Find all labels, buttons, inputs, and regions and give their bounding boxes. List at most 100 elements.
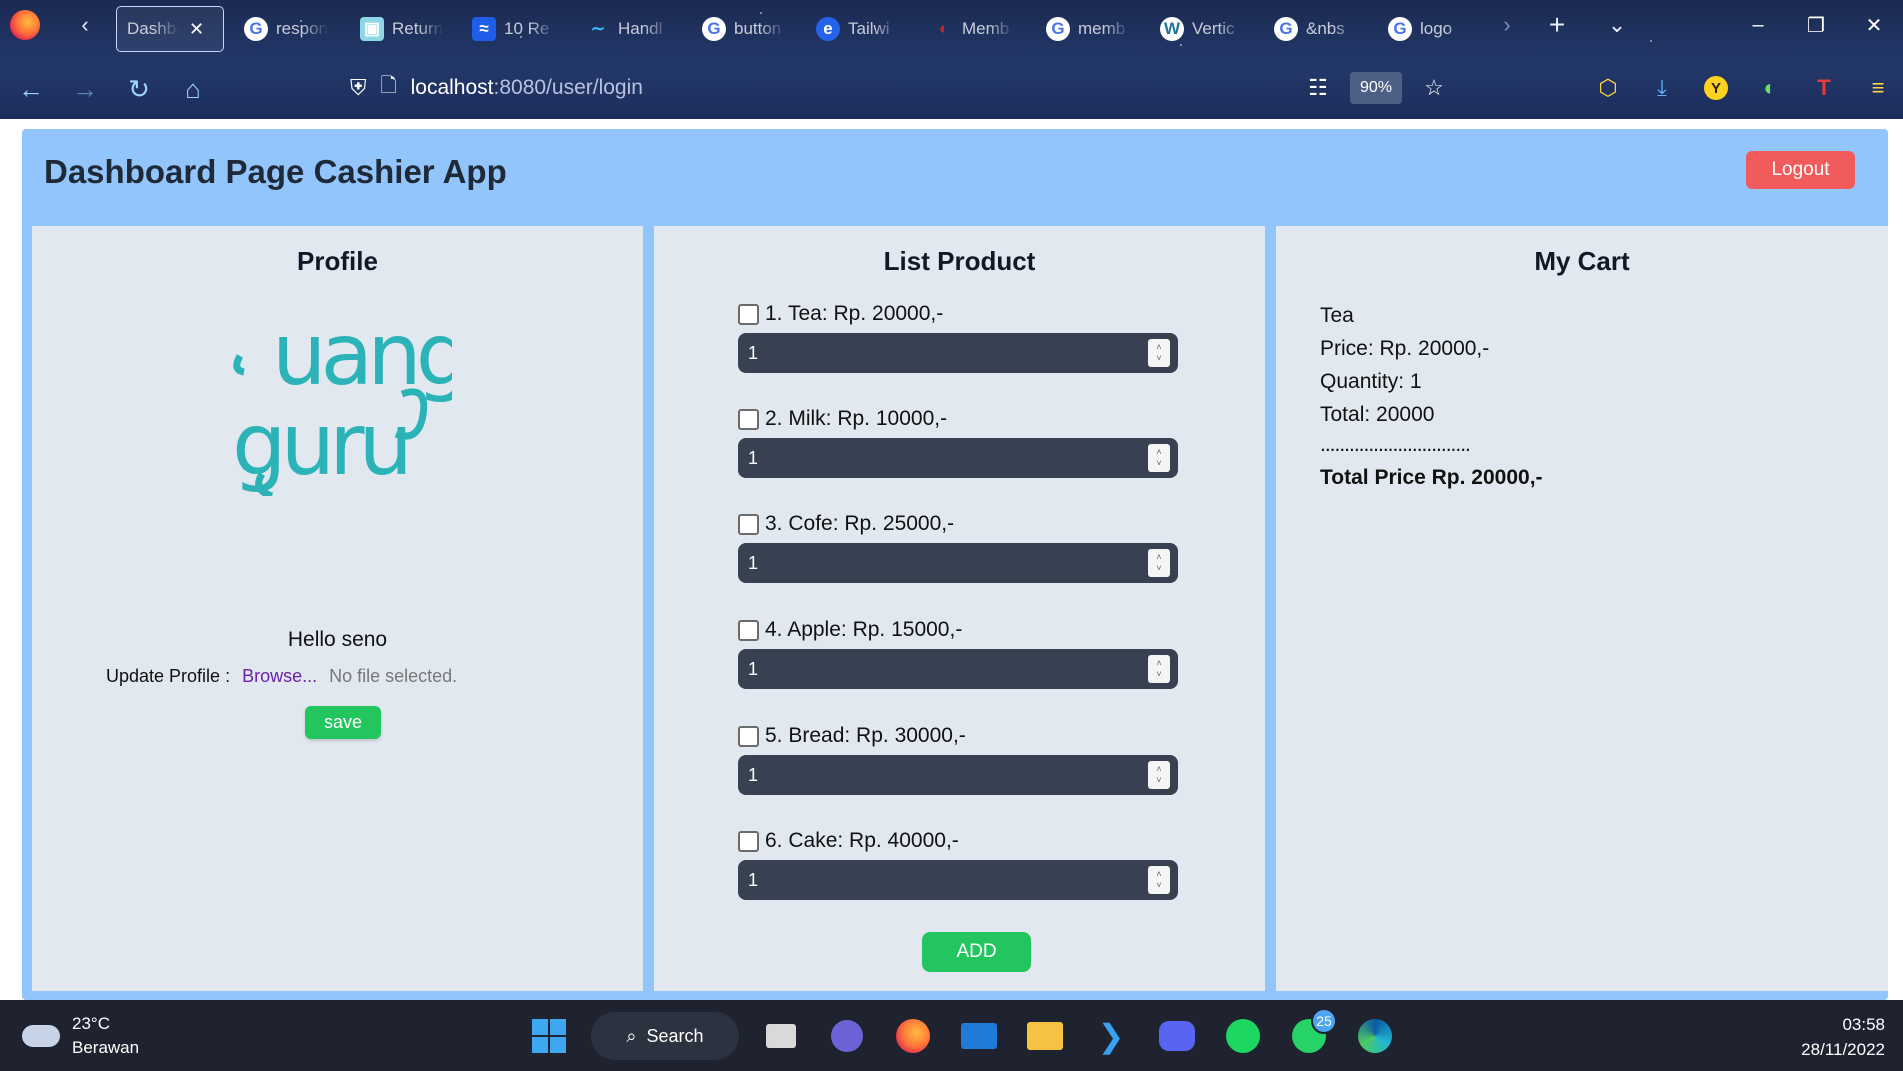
tab-tailwind[interactable]: ∼ Handl <box>576 6 680 52</box>
profile-heading: Profile <box>297 246 378 276</box>
browse-file-button[interactable]: Browse... <box>242 666 317 687</box>
spinner-icon[interactable]: ˄ ˅ <box>1148 655 1170 683</box>
bookmark-star-icon[interactable]: ☆ <box>1418 72 1450 104</box>
teams-chat-icon[interactable] <box>823 1012 871 1060</box>
tab-scroll-right-icon[interactable]: › <box>1492 10 1522 40</box>
reload-icon[interactable]: ↻ <box>122 72 156 106</box>
firefox-icon <box>10 10 40 40</box>
spotify-icon[interactable] <box>1219 1012 1267 1060</box>
tab-google-4[interactable]: G &nbs <box>1264 6 1368 52</box>
minimize-icon[interactable]: – <box>1729 0 1787 50</box>
home-icon[interactable]: ⌂ <box>176 72 210 106</box>
windows-start-icon[interactable] <box>525 1012 573 1060</box>
tab-dashboard[interactable]: Dashboard ✕ <box>116 6 224 52</box>
product-label: 5. Bread: Rp. 30000,- <box>765 724 966 747</box>
shield-icon[interactable]: ⛨ <box>350 75 367 101</box>
zoom-level[interactable]: 90% <box>1350 72 1402 104</box>
navigation-bar: ← → ↻ ⌂ ⛨ 🗋 localhost:8080/user/login ☷ … <box>0 58 1903 119</box>
discord-icon[interactable] <box>1153 1012 1201 1060</box>
app-header: Dashboard Page Cashier App Logout <box>22 129 1888 215</box>
cart-total-price: Total Price Rp. 20000,- <box>1320 466 1543 489</box>
firefox-taskbar-icon[interactable] <box>889 1012 937 1060</box>
quantity-input[interactable]: 1 ˄ ˅ <box>738 438 1178 478</box>
tab-google-1[interactable]: G responsive <box>234 6 338 52</box>
weather-condition: Berawan <box>72 1038 140 1057</box>
taskbar: 23°C Berawan ⌕ Search ❯ 25 03:58 28/11/20… <box>0 1000 1903 1071</box>
quantity-input[interactable]: 1 ˄ ˅ <box>738 860 1178 900</box>
forward-icon[interactable]: → <box>68 72 102 106</box>
tab-android[interactable]: ▣ Return <box>350 6 454 52</box>
close-tab-icon[interactable]: ✕ <box>189 19 204 40</box>
downloads-icon[interactable]: ⤓ <box>1646 72 1678 104</box>
tab-google-3[interactable]: G memb <box>1036 6 1140 52</box>
spinner-icon[interactable]: ˄ ˅ <box>1148 549 1170 577</box>
file-explorer-icon[interactable] <box>1021 1012 1069 1060</box>
tab-chart[interactable]: ≈ 10 Re <box>462 6 566 52</box>
task-view-icon[interactable] <box>757 1012 805 1060</box>
tab-bar: ‹ Dashboard ✕ G responsive ▣ Return ≈ 10… <box>0 0 1903 58</box>
whatsapp-icon[interactable]: 25 <box>1285 1008 1337 1060</box>
url-bar[interactable]: ⛨ 🗋 localhost:8080/user/login <box>350 68 1420 108</box>
tab-google-2[interactable]: G button <box>692 6 796 52</box>
mail-icon[interactable] <box>955 1012 1003 1060</box>
tab-wordpress[interactable]: W Vertic <box>1150 6 1254 52</box>
notification-badge: 25 <box>1311 1008 1337 1034</box>
extension-globe-icon[interactable]: ◐ <box>1754 72 1786 104</box>
product-checkbox[interactable] <box>738 303 759 325</box>
pocket-icon[interactable]: ⬡ <box>1592 72 1624 104</box>
spinner-icon[interactable]: ˄ ˅ <box>1148 866 1170 894</box>
quantity-input[interactable]: 1 ˄ ˅ <box>738 649 1178 689</box>
logout-button[interactable]: Logout <box>1746 151 1855 189</box>
product-checkbox[interactable] <box>738 408 759 430</box>
taskbar-apps: ⌕ Search ❯ 25 <box>525 1008 1399 1062</box>
restore-icon[interactable]: ❐ <box>1787 0 1845 50</box>
reader-view-icon[interactable]: ☷ <box>1302 72 1334 104</box>
tab-scroll-left-icon[interactable]: ‹ <box>70 10 100 40</box>
quantity-input[interactable]: 1 ˄ ˅ <box>738 333 1178 373</box>
add-to-cart-button[interactable]: ADD <box>922 932 1031 972</box>
profile-panel: Profile uang guru Hello seno Update Prof… <box>32 226 643 991</box>
temperature: 23°C <box>72 1014 110 1033</box>
svg-text:uang: uang <box>272 305 452 405</box>
update-profile-row: Update Profile : Browse... No file selec… <box>106 666 457 687</box>
save-button[interactable]: save <box>305 706 381 739</box>
quantity-input[interactable]: 1 ˄ ˅ <box>738 755 1178 795</box>
url-text[interactable]: localhost:8080/user/login <box>411 76 643 100</box>
search-icon: ⌕ <box>626 1025 637 1046</box>
vscode-icon[interactable]: ❯ <box>1087 1012 1135 1060</box>
product-checkbox[interactable] <box>738 830 759 852</box>
tab-memb[interactable]: ◖ Memb <box>920 6 1024 52</box>
extension-t-icon[interactable]: T <box>1808 72 1840 104</box>
tailwind-icon: ∼ <box>590 19 606 38</box>
menu-icon[interactable]: ≡ <box>1862 72 1894 104</box>
spinner-icon[interactable]: ˄ ˅ <box>1148 761 1170 789</box>
system-clock[interactable]: 03:58 28/11/2022 <box>1801 1012 1885 1062</box>
spinner-icon[interactable]: ˄ ˅ <box>1148 444 1170 472</box>
product-checkbox[interactable] <box>738 619 759 641</box>
google-icon: G <box>244 17 268 41</box>
tab-edge[interactable]: e Tailwi <box>806 6 910 52</box>
product-list-heading: List Product <box>883 246 1036 276</box>
back-icon[interactable]: ← <box>14 72 48 106</box>
taskbar-search[interactable]: ⌕ Search <box>591 1012 739 1060</box>
product-checkbox[interactable] <box>738 725 759 747</box>
product-checkbox[interactable] <box>738 513 759 535</box>
product-label: 6. Cake: Rp. 40000,- <box>765 829 959 852</box>
browser-chrome: ‹ Dashboard ✕ G responsive ▣ Return ≈ 10… <box>0 0 1903 119</box>
update-profile-label: Update Profile : <box>106 666 231 686</box>
product-item: 2. Milk: Rp. 10000,- 1 ˄ ˅ <box>738 404 1178 478</box>
weather-widget[interactable]: 23°C Berawan <box>22 1012 139 1060</box>
new-tab-icon[interactable]: + <box>1542 9 1572 40</box>
app-container: Dashboard Page Cashier App Logout Profil… <box>22 129 1888 1000</box>
cart-item-total: Total: 20000 <box>1320 403 1435 426</box>
edge-taskbar-icon[interactable] <box>1351 1012 1399 1060</box>
tab-google-5[interactable]: G logo <box>1378 6 1482 52</box>
close-window-icon[interactable]: ✕ <box>1845 0 1903 50</box>
spinner-icon[interactable]: ˄ ˅ <box>1148 339 1170 367</box>
cart-item-price: Price: Rp. 20000,- <box>1320 337 1490 360</box>
cart-heading: My Cart <box>1534 246 1630 276</box>
extension-y-icon[interactable]: Y <box>1700 72 1732 104</box>
page-info-icon[interactable]: 🗋 <box>381 71 397 105</box>
quantity-input[interactable]: 1 ˄ ˅ <box>738 543 1178 583</box>
tab-list-chevron-icon[interactable]: ⌄ <box>1602 10 1632 40</box>
